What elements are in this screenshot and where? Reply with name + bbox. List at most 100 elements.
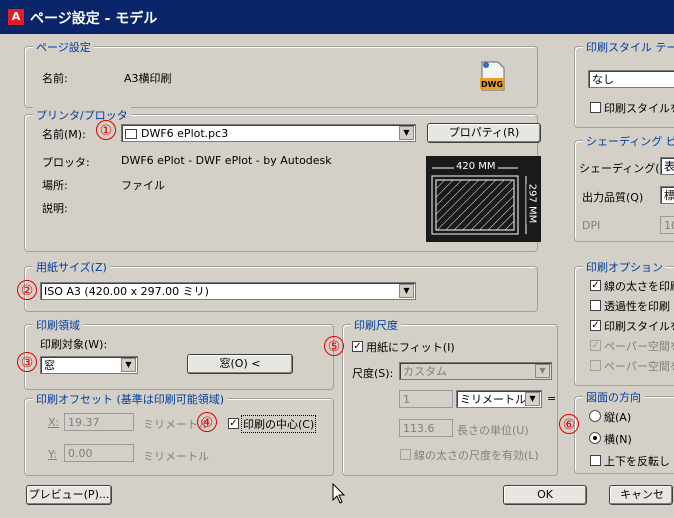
shade-plot-label: シェーディング(D) [579,162,673,175]
plot-what-value: 窓 [44,359,55,372]
printer-legend: プリンタ/プロッタ [33,107,131,123]
autocad-icon: A [8,9,24,25]
fit-to-paper-label[interactable]: 用紙にフィット(I) [366,339,455,355]
dpi-input[interactable]: 10 [660,216,674,234]
plotter-value: DWF6 ePlot - DWF ePlot - by Autodesk [121,154,332,167]
shaded-viewport-legend: シェーディング ビュー [583,133,674,149]
properties-button[interactable]: プロパティ(R) [427,123,541,143]
paperspace-last-checkbox[interactable]: ✓ [590,340,601,351]
display-plot-styles-label: 印刷スタイルを [604,102,674,115]
window-title: ページ設定 - モデル [30,11,158,27]
plot-style-table-select[interactable]: なし [588,70,674,88]
plot-offset-legend: 印刷オフセット (基準は印刷可能領域) [33,391,228,407]
page-setup-name-value: A3横印刷 [124,72,172,85]
scale-unit-select[interactable]: ミリメートル ▼ [456,390,542,408]
portrait-radio[interactable] [589,410,601,422]
plot-what-select[interactable]: 窓 ▼ [40,356,138,374]
ok-button[interactable]: OK [503,485,587,505]
orientation-legend: 図面の方向 [583,389,644,405]
upside-down-checkbox[interactable] [590,455,601,466]
marker-5: ⑤ [324,336,344,356]
page-setup-legend: ページ設定 [33,39,94,55]
plot-option-label-3: 印刷スタイルを [604,320,674,333]
where-value: ファイル [121,179,165,192]
marker-4: ④ [197,412,217,432]
offset-y-unit: ミリメートル [143,450,209,463]
plot-option-label-2: 透過性を印刷 [604,300,670,313]
offset-x-label: X: [48,416,60,429]
chevron-down-icon: ▼ [525,392,540,406]
equals-sign: = [547,392,557,405]
offset-y-label: Y: [48,448,57,461]
marker-2: ② [17,280,37,300]
plot-lineweights-checkbox[interactable]: ✓ [590,280,601,291]
hide-paperspace-checkbox[interactable] [590,360,601,371]
preview-button[interactable]: プレビュー(P)... [26,485,112,505]
preview-height-label: 297 MM [526,183,538,224]
plot-scale-legend: 印刷尺度 [351,317,401,333]
dpi-label: DPI [582,219,601,232]
plot-option-label-4: ペーパー空間を [604,340,674,353]
preview-width-label: 420 MM [454,161,498,172]
center-plot-label[interactable]: 印刷の中心(C) [241,415,317,433]
paper-size-value: ISO A3 (420.00 x 297.00 ミリ) [44,285,209,298]
plot-area-legend: 印刷領域 [33,317,83,333]
page-setup-group: ページ設定 [24,39,538,108]
marker-6: ⑥ [559,414,579,434]
shade-plot-value: 表 [664,160,674,173]
cancel-button[interactable]: キャンセル [609,485,673,505]
printer-icon [125,129,137,139]
chevron-down-icon: ▼ [399,284,414,298]
where-label: 場所: [42,179,68,192]
scale-label: 尺度(S): [352,367,394,380]
plot-style-table-value: なし [592,73,614,86]
chevron-down-icon: ▼ [399,126,414,140]
plot-what-label: 印刷対象(W): [40,338,108,351]
paper-preview: 420 MM 297 MM [426,156,541,242]
scale-units-input[interactable]: 113.6 [399,419,453,437]
plot-transparency-checkbox[interactable] [590,300,601,311]
shade-plot-select[interactable]: 表 [660,157,674,175]
marker-1: ① [96,120,116,140]
dwg-file-icon: DWG [480,61,505,91]
quality-select[interactable]: 標 [660,186,674,204]
offset-x-input[interactable]: 19.37 [64,413,134,431]
upside-down-label: 上下を反転し [604,455,670,468]
plotter-label: プロッタ: [42,156,90,169]
title-bar: A ページ設定 - モデル [0,0,674,34]
mouse-cursor-icon [332,483,346,504]
scale-unit-value: ミリメートル [460,393,526,406]
landscape-label: 横(N) [604,433,632,446]
chevron-down-icon: ▼ [535,364,550,378]
portrait-label: 縦(A) [604,411,632,424]
scale-value: カスタム [403,365,447,378]
center-plot-checkbox[interactable]: ✓ [228,418,239,429]
plot-style-table-legend: 印刷スタイル テーブ [583,39,674,55]
dwg-icon-text: DWG [481,80,503,89]
printer-name-select[interactable]: DWF6 ePlot.pc3 ▼ [121,124,416,142]
landscape-radio[interactable] [589,432,601,444]
printer-name-label: 名前(M): [42,128,86,141]
page-setup-dialog: ページ設定 名前: A3横印刷 DWG プリンタ/プロッタ 名前(M): ① D… [8,34,674,518]
units-label: 長さの単位(U) [457,424,529,437]
paper-size-select[interactable]: ISO A3 (420.00 x 297.00 ミリ) ▼ [40,282,416,300]
plot-offset-group: 印刷オフセット (基準は印刷可能領域) [24,391,334,476]
quality-value: 標 [664,189,674,202]
paper-size-legend: 用紙サイズ(Z) [33,259,110,275]
description-label: 説明: [42,202,68,215]
offset-y-input[interactable]: 0.00 [64,444,134,462]
chevron-down-icon: ▼ [121,358,136,372]
plot-options-legend: 印刷オプション [583,259,666,275]
window-button[interactable]: 窓(O) < [187,354,293,374]
fit-to-paper-checkbox[interactable]: ✓ [352,341,363,352]
plot-option-label-5: ペーパー空間を [604,360,674,373]
scale-lineweights-checkbox[interactable] [400,449,411,460]
display-plot-styles-checkbox[interactable] [590,102,601,113]
plot-with-styles-checkbox[interactable]: ✓ [590,320,601,331]
scale-select[interactable]: カスタム ▼ [399,362,552,380]
scale-numerator-input[interactable]: 1 [399,390,453,408]
quality-label: 出力品質(Q) [582,191,644,204]
page-setup-name-label: 名前: [42,72,68,85]
plot-option-label-1: 線の太さを印刷 [604,280,674,293]
scale-lineweights-label: 線の太さの尺度を有効(L) [414,449,539,462]
